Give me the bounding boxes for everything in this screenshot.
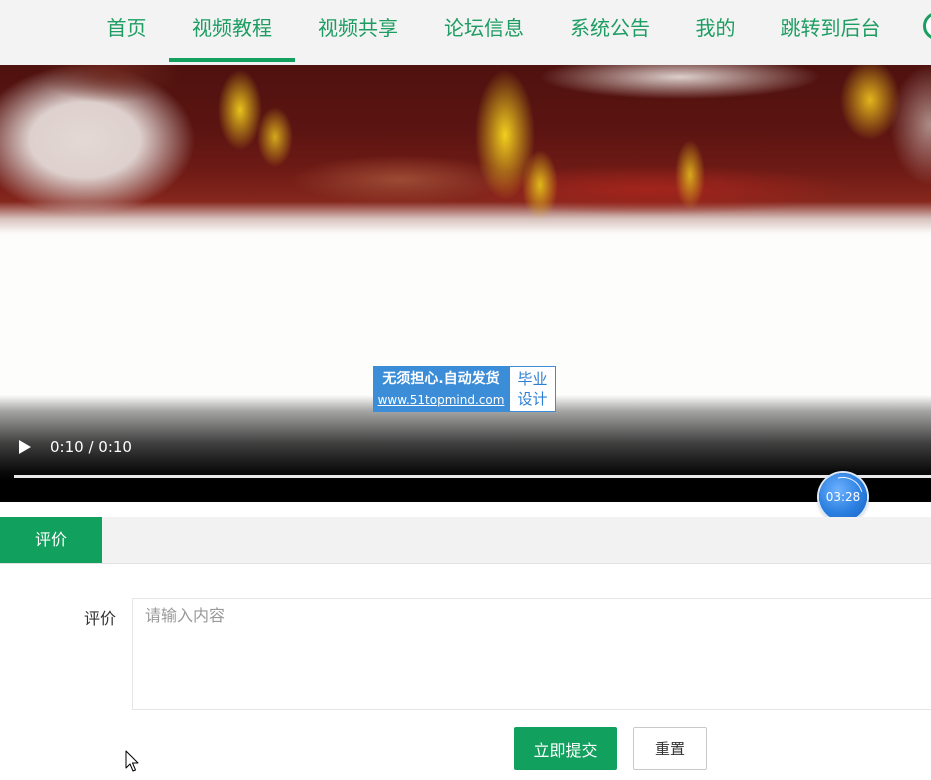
nav-item-my[interactable]: 我的 (673, 0, 758, 65)
progress-played (14, 475, 931, 478)
user-avatar-icon[interactable] (923, 12, 931, 40)
reset-button[interactable]: 重置 (633, 727, 707, 770)
watermark-url: www.51topmind.com (377, 393, 505, 407)
video-time-display: 0:10 / 0:10 (50, 438, 132, 456)
nav-item-home[interactable]: 首页 (84, 0, 169, 65)
recording-timer-badge: 03:28 (819, 473, 867, 521)
nav-item-admin[interactable]: 跳转到后台 (758, 0, 903, 65)
nav-item-announcements[interactable]: 系统公告 (547, 0, 673, 65)
nav-item-video-sharing[interactable]: 视频共享 (295, 0, 421, 65)
watermark-badge-line: 设计 (517, 390, 548, 408)
watermark-badge-line: 毕业 (517, 370, 548, 388)
tab-review[interactable]: 评价 (0, 517, 102, 563)
video-player[interactable]: 0:10 / 0:10 (0, 65, 931, 502)
tab-bar: 评价 (0, 517, 931, 564)
video-progress-bar[interactable] (14, 475, 931, 478)
top-nav: 首页 视频教程 视频共享 论坛信息 系统公告 我的 跳转到后台 (0, 0, 931, 65)
watermark: 无须担心.自动发货 www.51topmind.com 毕业 设计 (373, 366, 556, 412)
watermark-main: 无须担心.自动发货 www.51topmind.com (373, 366, 509, 412)
play-icon (19, 440, 31, 454)
watermark-slogan: 无须担心.自动发货 (382, 371, 500, 387)
nav-item-video-tutorials[interactable]: 视频教程 (169, 0, 295, 65)
mouse-cursor (125, 750, 139, 772)
video-frame-image (0, 65, 931, 240)
submit-button[interactable]: 立即提交 (514, 727, 617, 770)
play-button[interactable] (16, 437, 34, 457)
review-label: 评价 (83, 609, 116, 628)
review-input[interactable] (132, 598, 931, 710)
watermark-badge: 毕业 设计 (509, 366, 556, 412)
nav-item-forum[interactable]: 论坛信息 (421, 0, 547, 65)
avatar (923, 12, 931, 40)
nav-list: 首页 视频教程 视频共享 论坛信息 系统公告 我的 跳转到后台 (84, 0, 903, 65)
